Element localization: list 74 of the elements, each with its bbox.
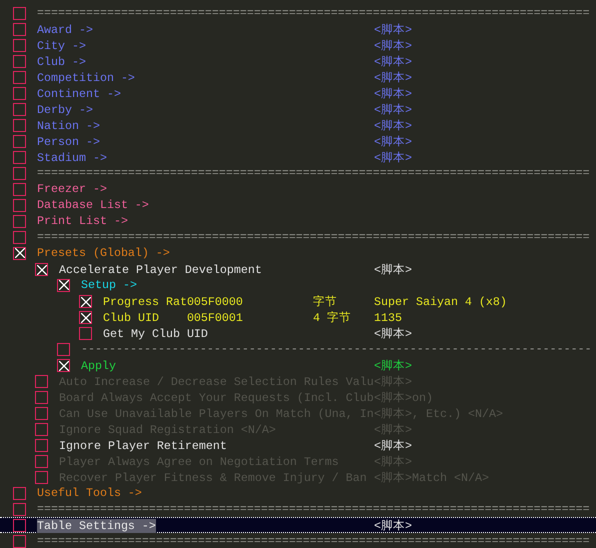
checkbox[interactable] — [13, 135, 26, 148]
entry-description: Person -> — [37, 134, 100, 148]
entry-description: Ignore Player Retirement — [59, 438, 227, 452]
entry-description: Database List -> — [37, 198, 149, 212]
checkbox[interactable] — [35, 263, 48, 276]
entry-description: Nation -> — [37, 118, 100, 132]
entry-value: <脚本> — [374, 70, 412, 85]
checkbox[interactable] — [13, 166, 26, 180]
checkbox[interactable] — [35, 439, 48, 452]
entry-description: Award -> — [37, 22, 93, 36]
entry-description: Progress Rat005F0000 — [103, 294, 243, 308]
entry-value: <脚本> — [374, 262, 412, 277]
entry-value: <脚本> — [374, 118, 412, 133]
checkbox[interactable] — [79, 327, 92, 340]
entry-description: Competition -> — [37, 70, 135, 84]
entry-description: Useful Tools -> — [37, 486, 142, 500]
checkbox[interactable] — [57, 342, 70, 356]
separator-line: =============================================================================== — [37, 230, 590, 244]
checkbox[interactable] — [13, 519, 26, 532]
entry-value: <脚本> — [374, 438, 412, 453]
separator-line: =============================================================================== — [37, 534, 590, 548]
entry-value: <脚本> — [374, 326, 412, 341]
checkbox[interactable] — [13, 71, 26, 84]
checkbox[interactable] — [13, 55, 26, 68]
entry-description: City -> — [37, 38, 86, 52]
value-type: 字节 — [313, 294, 338, 309]
entry-description: Print List -> — [37, 214, 128, 228]
entry-value: <脚本> — [374, 150, 412, 165]
entry-description: Continent -> — [37, 86, 121, 100]
checkbox[interactable] — [79, 311, 92, 324]
checkbox[interactable] — [13, 182, 26, 196]
entry-value: 1135 — [374, 310, 402, 324]
checkbox[interactable] — [57, 359, 70, 372]
separator-line: =============================================================================== — [37, 166, 590, 180]
checkbox[interactable] — [57, 278, 70, 292]
entry-description: Freezer -> — [37, 182, 107, 196]
checkbox[interactable] — [13, 103, 26, 116]
entry-value: <脚本> — [374, 86, 412, 101]
separator-line: ------------------------------------------------------------------------- — [81, 342, 592, 356]
entry-description: Club UID 005F0001 — [103, 310, 243, 324]
checkbox[interactable] — [13, 87, 26, 100]
entry-value: <脚本> — [374, 38, 412, 53]
checkbox[interactable] — [13, 214, 26, 228]
checkbox[interactable] — [13, 502, 26, 516]
entry-value: <脚本> — [374, 134, 412, 149]
checkbox[interactable] — [13, 246, 26, 260]
checkbox[interactable] — [13, 6, 26, 20]
entry-description: Table Settings -> — [37, 518, 156, 532]
entry-description: Get My Club UID — [103, 326, 208, 340]
checkbox[interactable] — [13, 119, 26, 132]
entry-value: <脚本> — [374, 54, 412, 69]
entry-value: Super Saiyan 4 (x8) — [374, 294, 507, 308]
checkbox[interactable] — [13, 23, 26, 36]
entry-description: Accelerate Player Development — [59, 262, 262, 276]
checkbox[interactable] — [13, 486, 26, 500]
entry-value: <脚本> — [374, 102, 412, 117]
entry-description: Stadium -> — [37, 150, 107, 164]
separator-line: =============================================================================== — [37, 502, 590, 516]
entry-description: Club -> — [37, 54, 86, 68]
entry-description: Setup -> — [81, 278, 137, 292]
checkbox[interactable] — [13, 198, 26, 212]
entry-description: Derby -> — [37, 102, 93, 116]
entry-value: <脚本> — [374, 22, 412, 37]
checkbox[interactable] — [79, 295, 92, 308]
entry-value: <脚本> — [374, 358, 412, 373]
entry-description: Apply — [81, 358, 116, 372]
checkbox[interactable] — [13, 230, 26, 244]
checkbox[interactable] — [13, 534, 26, 548]
entry-value: <脚本> — [374, 518, 412, 533]
checkbox[interactable] — [13, 39, 26, 52]
separator-line: =============================================================================== — [37, 6, 590, 20]
entry-description: Presets (Global) -> — [37, 246, 170, 260]
checkbox[interactable] — [13, 151, 26, 164]
value-type: 4 字节 — [313, 310, 352, 325]
